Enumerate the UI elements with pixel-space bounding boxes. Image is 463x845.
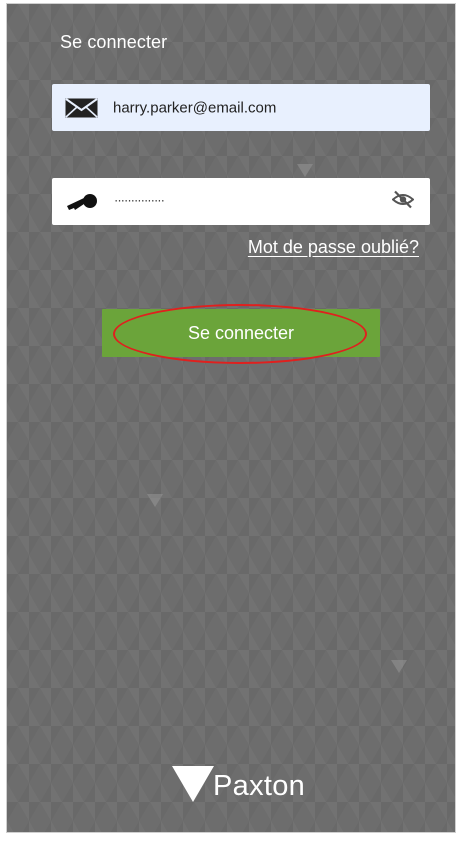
background-triangle-decoration bbox=[297, 164, 313, 177]
login-button-label: Se connecter bbox=[187, 322, 295, 343]
email-field[interactable]: harry.parker@email.com bbox=[52, 84, 430, 131]
page-title: Se connecter bbox=[60, 32, 168, 52]
background-triangle-decoration bbox=[391, 660, 407, 673]
logo-text: Paxton bbox=[213, 770, 306, 802]
envelope-icon bbox=[65, 97, 98, 118]
eye-off-icon[interactable] bbox=[391, 190, 415, 213]
login-screen: Se connecter harry.parker@email.com ····… bbox=[6, 3, 456, 833]
email-value: harry.parker@email.com bbox=[113, 99, 277, 116]
key-icon bbox=[65, 193, 99, 211]
password-field[interactable]: ··············· bbox=[52, 178, 430, 225]
forgot-password-link[interactable]: Mot de passe oublié? bbox=[248, 237, 419, 258]
paxton-logo: Paxton bbox=[172, 766, 305, 807]
paxton-triangle-logo-icon bbox=[172, 766, 214, 807]
password-value: ··············· bbox=[114, 192, 165, 208]
login-button[interactable]: Se connecter bbox=[102, 309, 380, 357]
background-triangle-decoration bbox=[147, 494, 163, 507]
